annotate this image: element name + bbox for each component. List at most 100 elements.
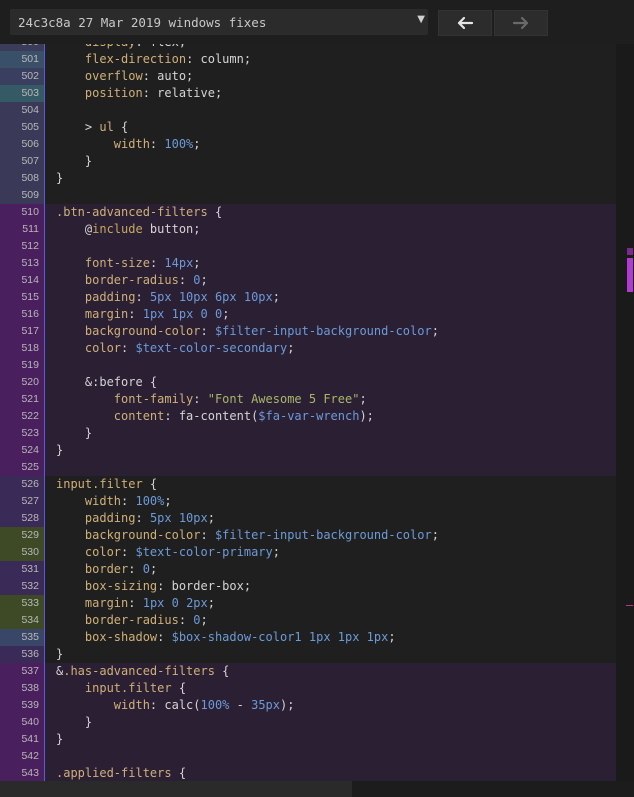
code-token: :: [149, 256, 165, 270]
line-number: 526: [0, 476, 44, 493]
code-line[interactable]: 524}: [0, 442, 616, 459]
code-line[interactable]: 509: [0, 187, 616, 204]
code-token: :: [121, 341, 136, 355]
vertical-scrollbar[interactable]: [616, 44, 634, 781]
code-line[interactable]: 528 padding: 5px 10px;: [0, 510, 616, 527]
code-line[interactable]: 518 color: $text-color-secondary;: [0, 340, 616, 357]
code-line[interactable]: 531 border: 0;: [0, 561, 616, 578]
code-line[interactable]: 523 }: [0, 425, 616, 442]
code-line[interactable]: 520 &:before {: [0, 374, 616, 391]
code-line[interactable]: 505 > ul {: [0, 119, 616, 136]
code-line[interactable]: 508}: [0, 170, 616, 187]
line-number: 527: [0, 493, 44, 510]
code-token: font-family: [113, 392, 194, 406]
code-token: 100%: [135, 494, 165, 508]
code-line[interactable]: 541}: [0, 731, 616, 748]
code-line[interactable]: 511 @include button;: [0, 221, 616, 238]
code-token: }: [56, 171, 64, 185]
code-line[interactable]: 535 box-shadow: $box-shadow-color1 1px 1…: [0, 629, 616, 646]
code-line[interactable]: 526 input.filter {: [0, 476, 616, 493]
code-line[interactable]: 539 width: calc(100% - 35px);: [0, 697, 616, 714]
code-line[interactable]: 540 }: [0, 714, 616, 731]
code-line[interactable]: 502 overflow: auto;: [0, 68, 616, 85]
code-token: box-shadow: [84, 630, 158, 644]
code-line[interactable]: 536}: [0, 646, 616, 663]
code-line[interactable]: 534 border-radius: 0;: [0, 612, 616, 629]
code-token: :: [121, 494, 136, 508]
code-token: include: [92, 222, 143, 236]
line-number: 536: [0, 646, 44, 663]
line-number: 534: [0, 612, 44, 629]
code-token: : column;: [186, 52, 252, 66]
code-token: ;: [193, 256, 201, 270]
line-number: 508: [0, 170, 44, 187]
code-line[interactable]: 522 content: fa-content($fa-var-wrench);: [0, 408, 616, 425]
back-button[interactable]: [438, 10, 492, 36]
code-line[interactable]: 529 background-color: $filter-input-back…: [0, 527, 616, 544]
code-text: display: flex;: [56, 44, 186, 51]
code-line[interactable]: 533 margin: 1px 0 2px;: [0, 595, 616, 612]
code-token: ;: [222, 307, 230, 321]
code-text: input.filter {: [56, 680, 186, 697]
code-line[interactable]: 543 .applied-filters {: [0, 765, 616, 781]
code-line[interactable]: 530 color: $text-color-primary;: [0, 544, 616, 561]
code-line[interactable]: 521 font-family: "Font Awesome 5 Free";: [0, 391, 616, 408]
code-line[interactable]: 516 margin: 1px 1px 0 0;: [0, 306, 616, 323]
code-line[interactable]: 532 box-sizing: border-box;: [0, 578, 616, 595]
code-line[interactable]: 514 border-radius: 0;: [0, 272, 616, 289]
code-token: $text-color-secondary: [135, 341, 288, 355]
line-number: 520: [0, 374, 44, 391]
code-text: padding: 5px 10px;: [56, 510, 215, 527]
code-text: &.has-advanced-filters {: [56, 663, 229, 680]
code-line[interactable]: 500 display: flex;: [0, 44, 616, 51]
code-line[interactable]: 506 width: 100%;: [0, 136, 616, 153]
code-line[interactable]: 537 &.has-advanced-filters {: [0, 663, 616, 680]
line-number: 535: [0, 629, 44, 646]
code-line[interactable]: 507 }: [0, 153, 616, 170]
line-number: 517: [0, 323, 44, 340]
code-token: margin: [84, 307, 129, 321]
code-token: 1px 0 2px: [142, 596, 208, 610]
code-token: :: [157, 630, 172, 644]
code-token: color: [84, 545, 122, 559]
code-line[interactable]: 517 background-color: $filter-input-back…: [0, 323, 616, 340]
code-line[interactable]: 504: [0, 102, 616, 119]
code-text: background-color: $filter-input-backgrou…: [56, 323, 439, 340]
code-token: {: [171, 681, 187, 695]
line-number: 539: [0, 697, 44, 714]
code-line[interactable]: 512: [0, 238, 616, 255]
code-token: }: [56, 426, 93, 440]
commit-select[interactable]: 24c3c8a 27 Mar 2019 windows fixes ▼: [10, 9, 428, 35]
code-token: 0: [142, 562, 150, 576]
code-line[interactable]: 542: [0, 748, 616, 765]
code-line[interactable]: 527 width: 100%;: [0, 493, 616, 510]
code-line[interactable]: 510 .btn-advanced-filters {: [0, 204, 616, 221]
code-line[interactable]: 501 flex-direction: column;: [0, 51, 616, 68]
code-editor[interactable]: 500 display: flex;501 flex-direction: co…: [0, 44, 634, 781]
code-line[interactable]: 519: [0, 357, 616, 374]
horizontal-scrollbar[interactable]: [0, 781, 634, 797]
line-number: 525: [0, 459, 44, 476]
code-text: }: [56, 170, 63, 187]
code-token: :: [128, 562, 143, 576]
code-line[interactable]: 515 padding: 5px 10px 6px 10px;: [0, 289, 616, 306]
code-line[interactable]: 525: [0, 459, 616, 476]
code-line[interactable]: 513 font-size: 14px;: [0, 255, 616, 272]
code-line[interactable]: 538 input.filter {: [0, 680, 616, 697]
code-line[interactable]: 503 position: relative;: [0, 85, 616, 102]
arrow-right-icon: [512, 16, 529, 30]
code-token: :: [135, 44, 149, 49]
code-token: ;: [164, 494, 172, 508]
forward-button[interactable]: [494, 10, 548, 36]
horizontal-scroll-thumb[interactable]: [0, 781, 352, 797]
